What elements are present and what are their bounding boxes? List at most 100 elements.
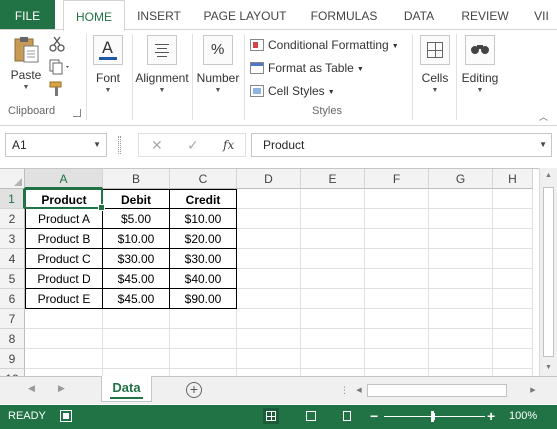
cell-b7[interactable] <box>103 309 170 329</box>
cell-c10[interactable] <box>170 369 237 376</box>
format-as-table-button[interactable]: Format as Table ▼ <box>250 58 364 78</box>
tab-insert[interactable]: INSERT <box>131 0 187 30</box>
column-header-b[interactable]: B <box>103 169 170 189</box>
name-box[interactable]: A1 ▼ <box>5 133 107 157</box>
cell-g6[interactable] <box>429 289 493 309</box>
scroll-thumb[interactable] <box>543 187 554 357</box>
cell-h10[interactable] <box>493 369 533 376</box>
cell-d4[interactable] <box>237 249 301 269</box>
cell-f6[interactable] <box>365 289 429 309</box>
cell-a6[interactable]: Product E <box>25 289 103 309</box>
cell-c6[interactable]: $90.00 <box>170 289 237 309</box>
cell-g5[interactable] <box>429 269 493 289</box>
row-header-5[interactable]: 5 <box>0 269 25 289</box>
cell-g3[interactable] <box>429 229 493 249</box>
cell-h5[interactable] <box>493 269 533 289</box>
editing-button[interactable]: Editing ▼ <box>459 35 501 94</box>
resize-handle[interactable] <box>118 136 121 154</box>
row-header-9[interactable]: 9 <box>0 349 25 369</box>
cell-e4[interactable] <box>301 249 365 269</box>
formula-input[interactable]: Product ▼ <box>251 133 552 157</box>
cell-a3[interactable]: Product B <box>25 229 103 249</box>
cell-b3[interactable]: $10.00 <box>103 229 170 249</box>
cell-g9[interactable] <box>429 349 493 369</box>
normal-view-icon[interactable] <box>263 408 279 424</box>
row-header-6[interactable]: 6 <box>0 289 25 309</box>
cell-d10[interactable] <box>237 369 301 376</box>
cell-c8[interactable] <box>170 329 237 349</box>
cell-g8[interactable] <box>429 329 493 349</box>
cell-h7[interactable] <box>493 309 533 329</box>
add-sheet-icon[interactable]: + <box>186 382 202 398</box>
collapse-ribbon-icon[interactable]: ︿ <box>539 110 548 123</box>
cell-d2[interactable] <box>237 209 301 229</box>
cell-e6[interactable] <box>301 289 365 309</box>
column-header-d[interactable]: D <box>237 169 301 189</box>
cell-c1[interactable]: Credit <box>170 189 237 209</box>
zoom-slider-thumb[interactable] <box>431 411 434 422</box>
scroll-down-icon[interactable]: ▼ <box>540 360 557 376</box>
cell-h3[interactable] <box>493 229 533 249</box>
cell-g1[interactable] <box>429 189 493 209</box>
format-painter-icon[interactable] <box>48 80 66 98</box>
cell-d3[interactable] <box>237 229 301 249</box>
cell-d8[interactable] <box>237 329 301 349</box>
cell-b9[interactable] <box>103 349 170 369</box>
cell-g2[interactable] <box>429 209 493 229</box>
tab-page-layout[interactable]: PAGE LAYOUT <box>198 0 292 30</box>
cell-a9[interactable] <box>25 349 103 369</box>
select-all-icon[interactable] <box>0 169 25 189</box>
cell-a4[interactable]: Product C <box>25 249 103 269</box>
tab-data[interactable]: DATA <box>394 0 444 30</box>
cell-f10[interactable] <box>365 369 429 376</box>
cell-styles-button[interactable]: Cell Styles ▼ <box>250 81 335 101</box>
cell-c3[interactable]: $20.00 <box>170 229 237 249</box>
cell-a5[interactable]: Product D <box>25 269 103 289</box>
row-header-3[interactable]: 3 <box>0 229 25 249</box>
cell-b1[interactable]: Debit <box>103 189 170 209</box>
cell-d7[interactable] <box>237 309 301 329</box>
cell-a1[interactable]: Product <box>25 189 103 209</box>
cell-g10[interactable] <box>429 369 493 376</box>
cell-e5[interactable] <box>301 269 365 289</box>
page-break-view-icon[interactable] <box>340 408 356 424</box>
cell-c4[interactable]: $30.00 <box>170 249 237 269</box>
chevron-down-icon[interactable]: ▼ <box>93 134 101 156</box>
file-tab[interactable]: FILE <box>0 0 55 30</box>
page-layout-view-icon[interactable] <box>303 408 319 424</box>
tab-review[interactable]: REVIEW <box>455 0 515 30</box>
cell-a7[interactable] <box>25 309 103 329</box>
tab-home[interactable]: HOME <box>63 0 125 31</box>
zoom-out-button[interactable]: − <box>370 405 378 427</box>
cell-g4[interactable] <box>429 249 493 269</box>
cell-c7[interactable] <box>170 309 237 329</box>
cell-e2[interactable] <box>301 209 365 229</box>
cell-e1[interactable] <box>301 189 365 209</box>
row-header-1[interactable]: 1 <box>0 189 25 209</box>
scroll-right-icon[interactable]: ▶ <box>526 382 540 399</box>
cell-f1[interactable] <box>365 189 429 209</box>
insert-function-button[interactable]: fx <box>223 134 234 156</box>
cell-e7[interactable] <box>301 309 365 329</box>
cell-c9[interactable] <box>170 349 237 369</box>
column-header-a[interactable]: A <box>25 169 103 189</box>
row-header-10[interactable]: 10 <box>0 369 25 376</box>
cell-h6[interactable] <box>493 289 533 309</box>
column-header-f[interactable]: F <box>365 169 429 189</box>
row-header-4[interactable]: 4 <box>0 249 25 269</box>
column-header-c[interactable]: C <box>170 169 237 189</box>
conditional-formatting-button[interactable]: Conditional Formatting ▼ <box>250 35 399 55</box>
macro-record-icon[interactable] <box>60 410 72 422</box>
zoom-in-button[interactable]: + <box>487 405 495 427</box>
worksheet-grid[interactable]: A B C D E F G H 1 Product Debit Credit 2 Product A $5.… <box>0 168 539 376</box>
column-header-h[interactable]: H <box>493 169 533 189</box>
cell-e10[interactable] <box>301 369 365 376</box>
cell-b6[interactable]: $45.00 <box>103 289 170 309</box>
row-header-2[interactable]: 2 <box>0 209 25 229</box>
cell-f8[interactable] <box>365 329 429 349</box>
row-header-7[interactable]: 7 <box>0 309 25 329</box>
sheet-tab-data[interactable]: Data <box>101 376 152 402</box>
scroll-thumb[interactable] <box>367 384 507 397</box>
prev-sheet-icon[interactable]: ◀ <box>28 383 35 394</box>
cell-f9[interactable] <box>365 349 429 369</box>
